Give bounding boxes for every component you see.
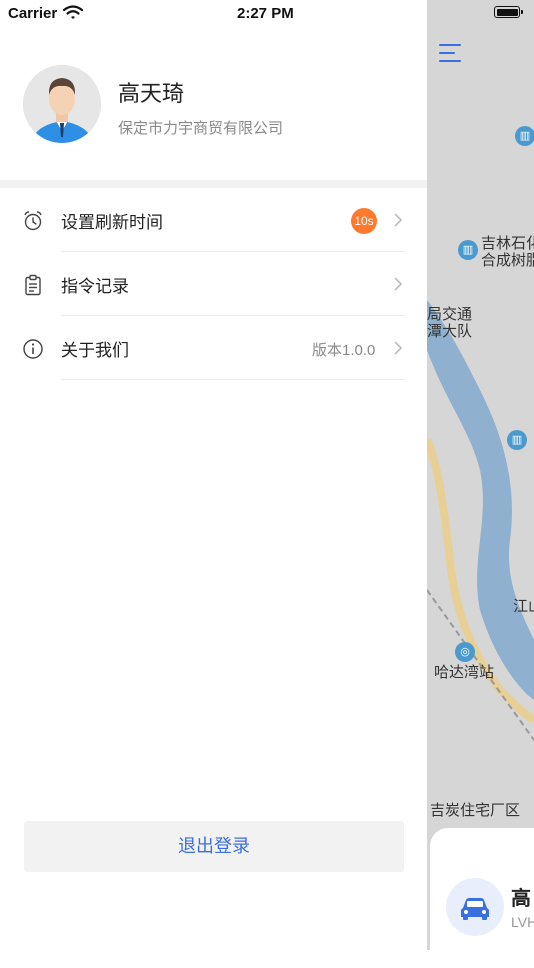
map-label: 吉炭住宅厂区 <box>430 802 521 819</box>
side-drawer: 高天琦 保定市力宇商贸有限公司 设置刷新时间 10s 指令记录 关于我们 版本1… <box>0 0 427 950</box>
logout-button[interactable]: 退出登录 <box>24 821 404 872</box>
chevron-right-icon <box>394 213 403 227</box>
map-label: 哈达湾站 <box>434 664 495 681</box>
status-bar: Carrier 2:27 PM <box>0 0 534 28</box>
clipboard-icon <box>25 274 41 296</box>
building-icon[interactable]: ▥ <box>515 126 534 146</box>
section-divider <box>0 180 427 188</box>
map-label: 吉林石化 <box>481 235 534 252</box>
menu-item-label: 设置刷新时间 <box>61 213 163 232</box>
avatar-icon[interactable] <box>23 65 101 143</box>
car-icon <box>446 878 504 936</box>
vehicle-plate: LVH <box>511 914 534 930</box>
map-label: 局交通 <box>427 306 473 323</box>
map-label: 江山 <box>513 598 534 615</box>
vehicle-name: 高 <box>511 888 531 910</box>
info-icon <box>23 339 43 359</box>
menu-item-label: 指令记录 <box>61 277 129 296</box>
carrier-label: Carrier <box>8 5 58 22</box>
clock: 2:27 PM <box>237 5 294 22</box>
battery-icon <box>494 6 523 18</box>
divider <box>61 379 405 380</box>
chevron-right-icon <box>394 277 403 291</box>
refresh-interval-badge: 10s <box>351 208 377 234</box>
map-label: 潭大队 <box>427 323 473 340</box>
user-company: 保定市力宇商贸有限公司 <box>118 120 284 137</box>
building-icon[interactable]: ▥ <box>507 430 527 450</box>
menu-item-refresh-time[interactable]: 设置刷新时间 10s <box>0 188 427 252</box>
app-version: 版本1.0.0 <box>312 342 376 359</box>
station-icon[interactable]: ◎ <box>455 642 475 662</box>
menu-item-command-log[interactable]: 指令记录 <box>0 252 427 316</box>
map-menu-icon[interactable] <box>439 44 463 64</box>
building-icon[interactable]: ▥ <box>458 240 478 260</box>
user-name: 高天琦 <box>118 81 185 106</box>
wifi-icon <box>63 5 83 19</box>
alarm-clock-icon <box>24 211 42 231</box>
chevron-right-icon <box>394 341 403 355</box>
menu-item-label: 关于我们 <box>61 341 129 360</box>
menu-item-about[interactable]: 关于我们 版本1.0.0 <box>0 316 427 380</box>
map-label: 合成树脂 <box>481 252 534 269</box>
